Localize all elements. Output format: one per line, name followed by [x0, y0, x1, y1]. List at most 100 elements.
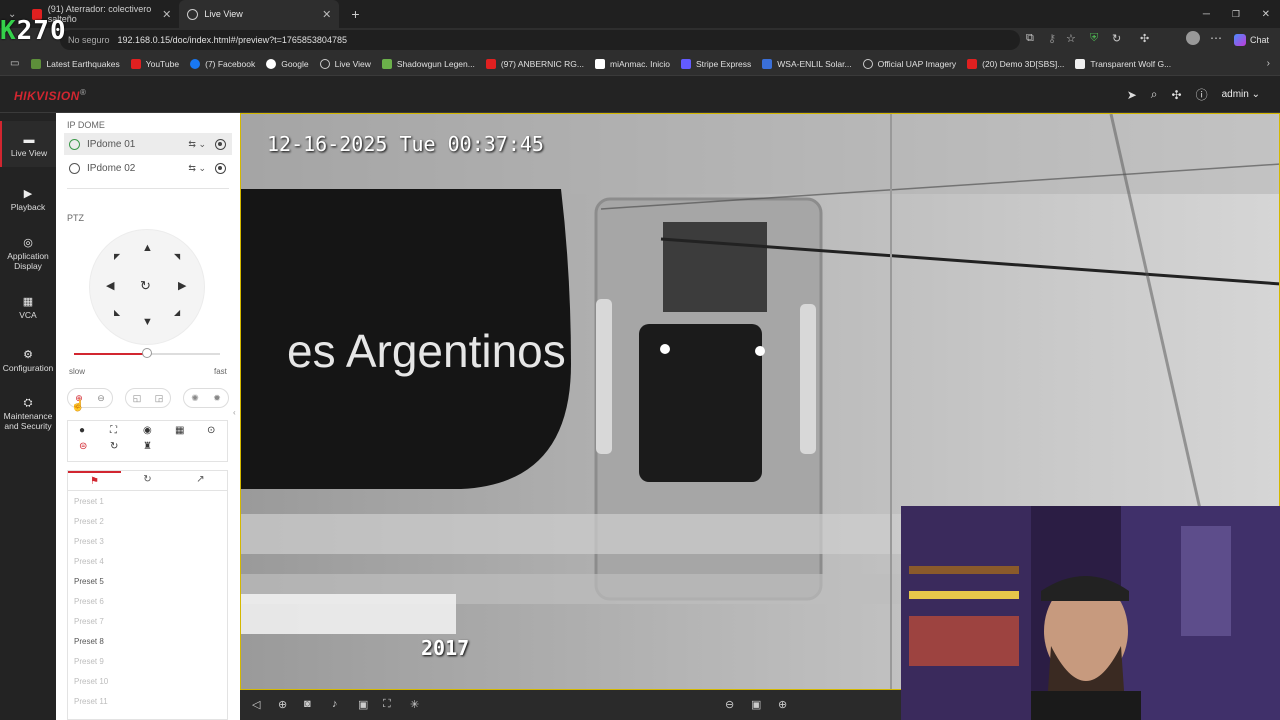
- nav-live-view[interactable]: ▬ Live View: [0, 121, 56, 167]
- preset-item[interactable]: Preset 2: [74, 517, 104, 526]
- puzzle-icon[interactable]: ✣: [1172, 88, 1182, 102]
- bookmark-item[interactable]: Official UAP Imagery: [862, 58, 956, 69]
- wiper-icon[interactable]: ◉: [143, 425, 152, 436]
- minimize-icon[interactable]: ─: [1203, 9, 1210, 20]
- close-icon[interactable]: ✕: [322, 8, 331, 21]
- focus-assist-icon[interactable]: ⊙: [207, 425, 215, 436]
- preset-item[interactable]: Preset 8: [74, 637, 104, 646]
- menu-dots-icon[interactable]: ⋯: [1210, 31, 1222, 45]
- new-tab-icon[interactable]: +: [351, 6, 359, 22]
- restore-icon[interactable]: ❐: [1232, 9, 1240, 20]
- focus-far-icon[interactable]: ◲: [155, 393, 164, 404]
- next-icon[interactable]: ⊕: [778, 698, 787, 711]
- bookmark-item[interactable]: Shadowgun Legen...: [381, 58, 475, 69]
- nav-application-display[interactable]: ◎ Application Display: [0, 238, 56, 272]
- regional-exposure-icon[interactable]: ✳: [410, 698, 419, 711]
- stream-select-icon[interactable]: ⇆ ⌄: [188, 139, 206, 150]
- bookmark-item[interactable]: Live View: [319, 58, 371, 69]
- bookmark-item[interactable]: miAnmac. Inicio: [594, 58, 670, 69]
- ptz-down-right-icon[interactable]: ◢: [174, 308, 180, 317]
- preset-item[interactable]: Preset 3: [74, 537, 104, 546]
- bookmark-item[interactable]: WSA-ENLIL Solar...: [762, 58, 852, 69]
- camera-group-title: IP DOME: [67, 120, 105, 130]
- info-icon[interactable]: ⓘ: [1196, 86, 1208, 103]
- digital-zoom-icon[interactable]: ⊕: [278, 698, 287, 711]
- bookmark-item[interactable]: Transparent Wolf G...: [1075, 58, 1171, 69]
- translate-icon[interactable]: ⧉: [1026, 32, 1034, 45]
- preset-item[interactable]: Preset 7: [74, 617, 104, 626]
- preset-item[interactable]: Preset 10: [74, 677, 108, 686]
- camera-item[interactable]: IPdome 02 ⇆ ⌄: [64, 157, 232, 179]
- ptz-left-icon[interactable]: ◀: [106, 279, 114, 292]
- search-icon[interactable]: ⌕: [1151, 87, 1158, 102]
- bookmark-item[interactable]: Google: [266, 58, 309, 69]
- key-icon[interactable]: ⚷: [1048, 32, 1056, 45]
- profile-avatar[interactable]: [1186, 31, 1200, 45]
- bookmark-item[interactable]: (97) ANBERNIC RG...: [485, 58, 584, 69]
- ptz-down-left-icon[interactable]: ◣: [114, 308, 120, 317]
- record-video-icon[interactable]: ▣: [358, 698, 368, 711]
- bookmark-item[interactable]: Stripe Express: [680, 58, 751, 69]
- extensions-icon[interactable]: ✣: [1140, 32, 1149, 45]
- mute-icon[interactable]: ◁: [252, 698, 260, 711]
- park-icon[interactable]: ♜: [143, 441, 152, 452]
- refresh-extension-icon[interactable]: ↻: [1112, 32, 1121, 45]
- ptz-up-right-icon[interactable]: ◥: [174, 252, 180, 261]
- microphone-icon[interactable]: ♪: [332, 698, 338, 710]
- preset-item[interactable]: Preset 4: [74, 557, 104, 566]
- tab-live-view[interactable]: Live View ✕: [179, 0, 340, 28]
- auto-scan-icon[interactable]: ↻: [140, 278, 151, 294]
- shield-icon[interactable]: ⛨: [1090, 32, 1098, 45]
- light-icon[interactable]: ●: [79, 425, 85, 436]
- address-bar[interactable]: No seguro 192.168.0.15/doc/index.html#/p…: [60, 30, 1020, 50]
- ptz-speed-slider[interactable]: [74, 348, 220, 358]
- chat-button[interactable]: Chat: [1250, 35, 1269, 45]
- grid-icon[interactable]: ▦: [175, 425, 184, 436]
- record-icon[interactable]: [215, 162, 226, 174]
- focus-near-icon[interactable]: ◱: [133, 393, 142, 404]
- preset-item[interactable]: Preset 6: [74, 597, 104, 606]
- nav-maintenance[interactable]: ⛭ Maintenance and Security: [0, 398, 56, 432]
- bookmark-star-icon[interactable]: ☆: [1066, 32, 1076, 45]
- window-close-icon[interactable]: ✕: [1262, 9, 1270, 20]
- ptz-up-left-icon[interactable]: ◤: [114, 252, 120, 261]
- sidebar-toggle-icon[interactable]: ▭: [10, 58, 19, 69]
- ptz-up-icon[interactable]: ▲: [142, 242, 153, 254]
- 3d-position-icon[interactable]: ⛶: [110, 425, 117, 436]
- capture-icon[interactable]: ◙: [304, 698, 311, 710]
- ptz-down-icon[interactable]: ▼: [142, 316, 153, 328]
- preset-item[interactable]: Preset 9: [74, 657, 104, 666]
- zoom-out-icon[interactable]: ⊖: [97, 393, 105, 404]
- tab-patrol[interactable]: ↻: [121, 471, 174, 490]
- preset-item[interactable]: Preset 11: [74, 697, 108, 706]
- copilot-icon[interactable]: [1234, 34, 1246, 46]
- record-icon[interactable]: [215, 138, 226, 150]
- lens-init-icon[interactable]: ↻: [110, 441, 118, 452]
- stream-select-icon[interactable]: ⇆ ⌄: [188, 163, 206, 174]
- ptz-right-icon[interactable]: ▶: [178, 279, 186, 292]
- preset-item[interactable]: Preset 5: [74, 577, 104, 586]
- nav-vca[interactable]: ▦ VCA: [0, 297, 56, 321]
- bookmark-item[interactable]: Latest Earthquakes: [31, 58, 120, 69]
- collapse-panel-icon[interactable]: ‹: [233, 408, 236, 417]
- tab-pattern[interactable]: ↗: [174, 471, 227, 490]
- previous-icon[interactable]: ⊖: [725, 698, 734, 711]
- bookmark-item[interactable]: YouTube: [130, 58, 179, 69]
- user-menu[interactable]: admin ⌄: [1222, 89, 1260, 100]
- bookmark-item[interactable]: (7) Facebook: [190, 58, 255, 69]
- send-icon[interactable]: ➤: [1127, 88, 1137, 102]
- iris-close-icon[interactable]: ✹: [213, 393, 221, 404]
- nav-configuration[interactable]: ⚙ Configuration: [0, 350, 56, 374]
- tab-presets[interactable]: ⚑: [68, 471, 121, 490]
- slider-knob[interactable]: [142, 348, 152, 358]
- manual-tracking-icon[interactable]: ⊜: [79, 441, 87, 452]
- bookmarks-overflow-icon[interactable]: ›: [1267, 58, 1270, 69]
- close-icon[interactable]: ✕: [162, 8, 171, 21]
- nav-playback[interactable]: ▶ Playback: [0, 189, 56, 213]
- 3d-zoom-icon[interactable]: ⛶: [383, 698, 391, 711]
- bookmark-item[interactable]: (20) Demo 3D[SBS]...: [967, 58, 1064, 69]
- preset-item[interactable]: Preset 1: [74, 497, 104, 506]
- iris-open-icon[interactable]: ✺: [191, 393, 199, 404]
- camera-item[interactable]: IPdome 01 ⇆ ⌄: [64, 133, 232, 155]
- stop-all-icon[interactable]: ▣: [751, 698, 761, 711]
